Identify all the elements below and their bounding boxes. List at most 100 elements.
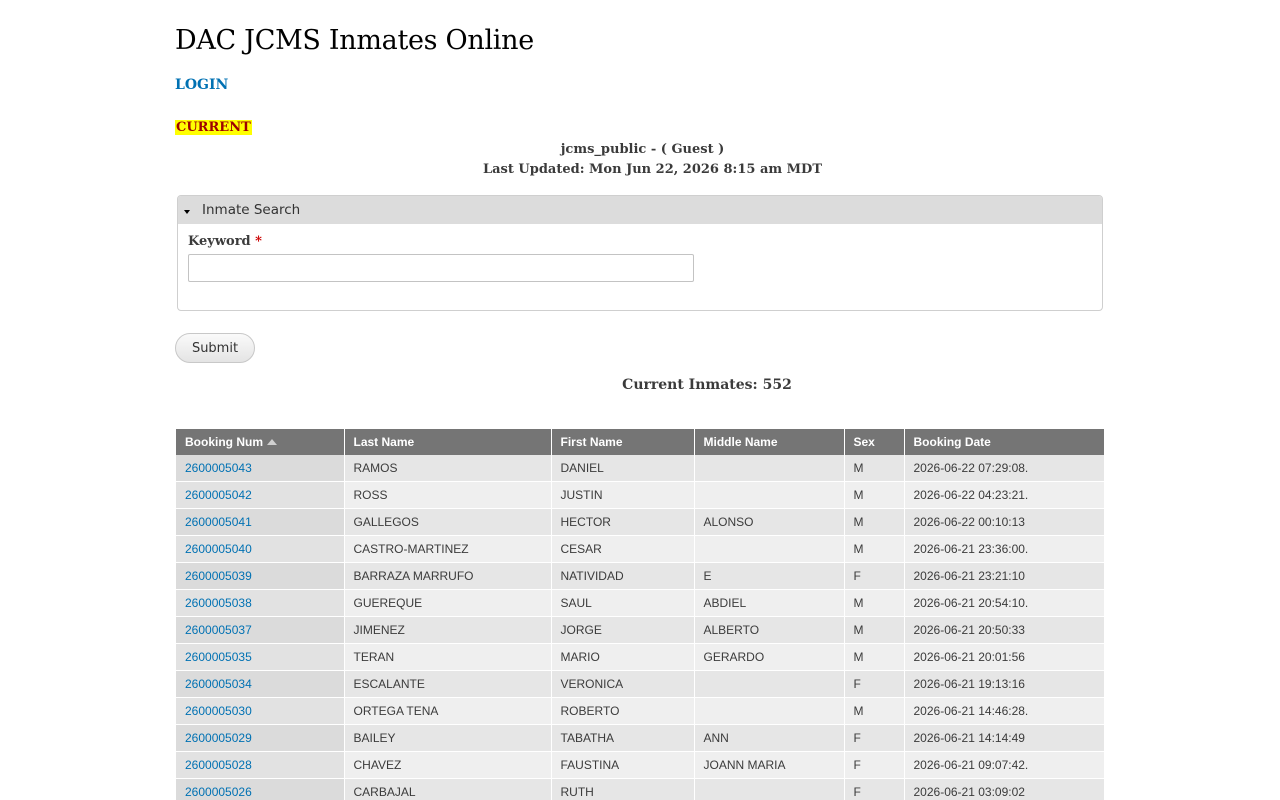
cell-first-name: MARIO xyxy=(551,643,695,671)
cell-booking-date: 2026-06-21 14:46:28. xyxy=(904,697,1104,725)
booking-number-link[interactable]: 2600005029 xyxy=(185,731,252,745)
cell-first-name: SAUL xyxy=(551,589,695,617)
cell-booking-num: 2600005030 xyxy=(176,697,345,725)
column-header-label[interactable]: Last Name xyxy=(354,435,415,449)
booking-number-link[interactable]: 2600005037 xyxy=(185,623,252,637)
inmate-search-legend-text[interactable]: Inmate Search xyxy=(202,202,300,218)
column-header-booking-num[interactable]: Booking Num xyxy=(176,429,345,455)
cell-middle-name xyxy=(694,670,845,698)
booking-number-link[interactable]: 2600005042 xyxy=(185,488,252,502)
booking-number-link[interactable]: 2600005039 xyxy=(185,569,252,583)
cell-booking-num: 2600005041 xyxy=(176,508,345,536)
column-header-label[interactable]: Booking Date xyxy=(914,435,991,449)
cell-middle-name: JOANN MARIA xyxy=(694,751,845,779)
table-row: 2600005035 TERAN MARIO GERARDO M 2026-06-21 2… xyxy=(176,643,1104,671)
column-header-middle-name[interactable]: Middle Name xyxy=(694,429,845,455)
cell-booking-date: 2026-06-21 23:36:00. xyxy=(904,535,1104,563)
cell-booking-num: 2600005034 xyxy=(176,670,345,698)
cell-sex: M xyxy=(844,616,905,644)
cell-middle-name xyxy=(694,535,845,563)
inmates-table: Booking Num Last Name First Name Middle Nam… xyxy=(176,429,1104,800)
booking-number-link[interactable]: 2600005030 xyxy=(185,704,252,718)
cell-booking-date: 2026-06-21 20:01:56 xyxy=(904,643,1104,671)
cell-last-name: GALLEGOS xyxy=(344,508,552,536)
cell-middle-name xyxy=(694,455,845,482)
table-row: 2600005039 BARRAZA MARRUFO NATIVIDAD E F 2026… xyxy=(176,562,1104,590)
table-row: 2600005026 CARBAJAL RUTH F 2026-06-21 03:09:… xyxy=(176,778,1104,800)
user-status: jcms_public - ( Guest ) xyxy=(560,142,725,157)
table-row: 2600005041 GALLEGOS HECTOR ALONSO M 2026-06-2… xyxy=(176,508,1104,536)
cell-booking-date: 2026-06-22 00:10:13 xyxy=(904,508,1104,536)
current-tab-label[interactable]: CURRENT xyxy=(175,120,252,135)
inmate-search-legend[interactable]: Inmate Search xyxy=(178,196,1102,224)
cell-first-name: DANIEL xyxy=(551,455,695,482)
cell-first-name: JORGE xyxy=(551,616,695,644)
cell-first-name: FAUSTINA xyxy=(551,751,695,779)
booking-number-link[interactable]: 2600005034 xyxy=(185,677,252,691)
cell-booking-num: 2600005038 xyxy=(176,589,345,617)
cell-booking-num: 2600005042 xyxy=(176,481,345,509)
cell-booking-num: 2600005039 xyxy=(176,562,345,590)
cell-sex: F xyxy=(844,724,905,752)
booking-number-link[interactable]: 2600005035 xyxy=(185,650,252,664)
table-row: 2600005043 RAMOS DANIEL M 2026-06-22 07:29:0… xyxy=(176,455,1104,482)
table-row: 2600005042 ROSS JUSTIN M 2026-06-22 04:23:21… xyxy=(176,481,1104,509)
cell-booking-date: 2026-06-21 20:50:33 xyxy=(904,616,1104,644)
table-row: 2600005037 JIMENEZ JORGE ALBERTO M 2026-06-21… xyxy=(176,616,1104,644)
table-row: 2600005040 CASTRO-MARTINEZ CESAR M 2026-06-2… xyxy=(176,535,1104,563)
cell-booking-num: 2600005043 xyxy=(176,455,345,482)
column-header-label[interactable]: Sex xyxy=(854,435,875,449)
cell-middle-name: E xyxy=(694,562,845,590)
booking-number-link[interactable]: 2600005043 xyxy=(185,461,252,475)
login-link[interactable]: LOGIN xyxy=(175,77,228,93)
column-header-sex[interactable]: Sex xyxy=(844,429,905,455)
table-row: 2600005028 CHAVEZ FAUSTINA JOANN MARIA F 2026… xyxy=(176,751,1104,779)
column-header-label[interactable]: Booking Num xyxy=(185,435,263,449)
cell-booking-date: 2026-06-21 14:14:49 xyxy=(904,724,1104,752)
cell-sex: M xyxy=(844,589,905,617)
booking-number-link[interactable]: 2600005026 xyxy=(185,785,252,799)
collapse-arrow-icon[interactable] xyxy=(184,209,190,214)
table-header-row: Booking Num Last Name First Name Middle Nam… xyxy=(176,429,1104,455)
keyword-input[interactable] xyxy=(188,254,694,282)
table-body: 2600005043 RAMOS DANIEL M 2026-06-22 07:29:0… xyxy=(176,455,1104,800)
cell-booking-date: 2026-06-21 23:21:10 xyxy=(904,562,1104,590)
booking-number-link[interactable]: 2600005041 xyxy=(185,515,252,529)
cell-booking-num: 2600005029 xyxy=(176,724,345,752)
sort-ascending-icon[interactable] xyxy=(267,439,277,445)
cell-middle-name xyxy=(694,778,845,800)
cell-last-name: CHAVEZ xyxy=(344,751,552,779)
cell-last-name: RAMOS xyxy=(344,455,552,482)
cell-sex: F xyxy=(844,562,905,590)
column-header-label[interactable]: Middle Name xyxy=(704,435,778,449)
column-header-last-name[interactable]: Last Name xyxy=(344,429,552,455)
cell-booking-date: 2026-06-21 20:54:10. xyxy=(904,589,1104,617)
column-header-booking-date[interactable]: Booking Date xyxy=(904,429,1104,455)
cell-booking-date: 2026-06-22 04:23:21. xyxy=(904,481,1104,509)
column-header-first-name[interactable]: First Name xyxy=(551,429,695,455)
inmate-search-fieldset: Inmate Search Keyword * xyxy=(177,195,1103,311)
cell-middle-name: ALONSO xyxy=(694,508,845,536)
cell-first-name: NATIVIDAD xyxy=(551,562,695,590)
keyword-label: Keyword * xyxy=(188,234,262,249)
cell-sex: M xyxy=(844,508,905,536)
booking-number-link[interactable]: 2600005040 xyxy=(185,542,252,556)
cell-middle-name: ANN xyxy=(694,724,845,752)
cell-first-name: CESAR xyxy=(551,535,695,563)
cell-sex: M xyxy=(844,481,905,509)
cell-booking-num: 2600005035 xyxy=(176,643,345,671)
cell-last-name: CASTRO-MARTINEZ xyxy=(344,535,552,563)
booking-number-link[interactable]: 2600005028 xyxy=(185,758,252,772)
required-mark: * xyxy=(255,234,262,249)
submit-button[interactable]: Submit xyxy=(175,333,255,363)
cell-last-name: BAILEY xyxy=(344,724,552,752)
column-header-label[interactable]: First Name xyxy=(561,435,623,449)
cell-last-name: ORTEGA TENA xyxy=(344,697,552,725)
cell-booking-date: 2026-06-21 09:07:42. xyxy=(904,751,1104,779)
current-inmates-count: Current Inmates: 552 xyxy=(622,377,792,393)
cell-first-name: RUTH xyxy=(551,778,695,800)
cell-booking-date: 2026-06-22 07:29:08. xyxy=(904,455,1104,482)
booking-number-link[interactable]: 2600005038 xyxy=(185,596,252,610)
cell-booking-num: 2600005026 xyxy=(176,778,345,800)
table-row: 2600005034 ESCALANTE VERONICA F 2026-06-21 1… xyxy=(176,670,1104,698)
